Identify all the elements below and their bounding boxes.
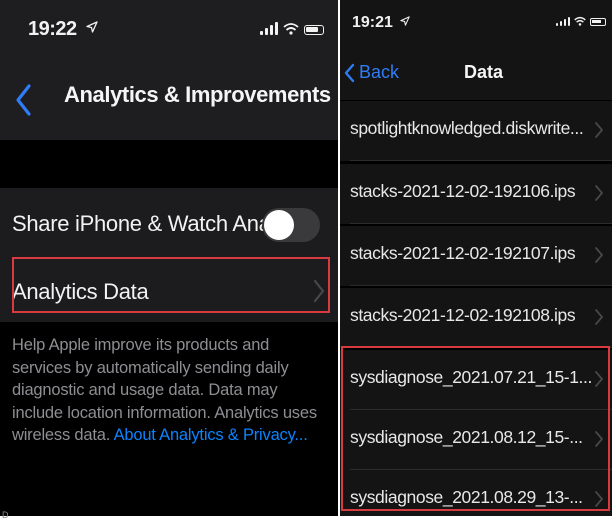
- toggle-knob: [264, 210, 294, 240]
- status-time-value: 19:21: [352, 14, 393, 31]
- battery-icon: [304, 25, 324, 35]
- row-divider: [350, 347, 612, 348]
- file-row[interactable]: spotlightknowledged.diskwrite...: [340, 101, 612, 161]
- share-analytics-row: Share iPhone & Watch Ana...: [0, 188, 338, 262]
- section-gap: [0, 140, 338, 188]
- chevron-right-icon: [313, 279, 325, 303]
- row-divider: [350, 223, 612, 224]
- file-name: sysdiagnose_2021.08.29_13-...: [350, 487, 583, 507]
- analytics-data-screen: 19:21 Back Data spotlightknowledged.disk…: [340, 0, 612, 516]
- file-row[interactable]: stacks-2021-12-02-192108.ips: [340, 288, 612, 348]
- analytics-data-row[interactable]: Analytics Data: [0, 262, 338, 322]
- chevron-right-icon: [595, 185, 603, 201]
- cellular-signal-icon: [260, 22, 278, 35]
- analytics-data-label: Analytics Data: [12, 279, 149, 304]
- file-name: sysdiagnose_2021.08.12_15-...: [350, 427, 583, 447]
- analytics-description: Help Apple improve its products and serv…: [12, 334, 330, 447]
- back-chevron-icon: [344, 63, 355, 82]
- file-row[interactable]: stacks-2021-12-02-192106.ips: [340, 164, 612, 224]
- file-name: spotlightknowledged.diskwrite...: [350, 118, 584, 138]
- chevron-right-icon: [595, 491, 603, 507]
- page-corner-mark: D: [2, 510, 9, 520]
- about-analytics-privacy-link[interactable]: About Analytics & Privacy...: [114, 426, 308, 444]
- status-icons: [556, 16, 606, 26]
- file-name: sysdiagnose_2021.07.21_15-1...: [350, 367, 592, 387]
- cellular-signal-icon: [556, 17, 570, 26]
- back-label: Back: [359, 62, 400, 82]
- row-divider: [350, 285, 612, 286]
- location-arrow-icon: [400, 16, 411, 26]
- page-title: Data: [464, 62, 504, 82]
- analytics-settings-screen: 19:22 Analytics & Improvements Share iPh…: [0, 0, 338, 516]
- screenshot-canvas: 19:22 Analytics & Improvements Share iPh…: [0, 0, 612, 525]
- status-bar: 19:21: [340, 0, 612, 50]
- chevron-right-icon: [595, 371, 603, 387]
- status-bar: 19:22: [0, 0, 338, 70]
- back-chevron-icon[interactable]: [14, 80, 34, 120]
- file-name: stacks-2021-12-02-192107.ips: [350, 243, 576, 263]
- chevron-right-icon: [595, 122, 603, 138]
- share-analytics-label: Share iPhone & Watch Ana...: [12, 211, 289, 236]
- file-row[interactable]: stacks-2021-12-02-192107.ips: [340, 226, 612, 286]
- file-row[interactable]: sysdiagnose_2021.08.29_13-...: [340, 470, 612, 516]
- chevron-right-icon: [595, 309, 603, 325]
- wifi-icon: [574, 16, 586, 26]
- page-title: Analytics & Improvements: [64, 82, 331, 107]
- file-name: stacks-2021-12-02-192106.ips: [350, 181, 576, 201]
- status-time: 19:22: [28, 18, 98, 41]
- file-row[interactable]: sysdiagnose_2021.08.12_15-...: [340, 410, 612, 470]
- back-button[interactable]: Back: [344, 62, 399, 83]
- status-time: 19:21: [352, 14, 411, 32]
- file-row[interactable]: sysdiagnose_2021.07.21_15-1...: [340, 350, 612, 410]
- chevron-right-icon: [595, 247, 603, 263]
- share-analytics-toggle[interactable]: [262, 208, 320, 242]
- location-arrow-icon: [86, 21, 98, 33]
- chevron-right-icon: [595, 431, 603, 447]
- status-icons: [260, 22, 324, 35]
- file-name: stacks-2021-12-02-192108.ips: [350, 305, 576, 325]
- battery-icon: [590, 18, 606, 26]
- wifi-icon: [283, 23, 299, 35]
- row-divider: [350, 160, 612, 161]
- status-time-value: 19:22: [28, 18, 77, 40]
